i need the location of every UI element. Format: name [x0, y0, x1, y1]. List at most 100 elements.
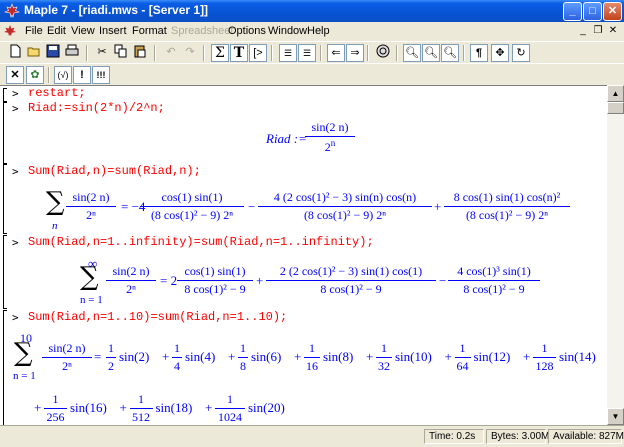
command-define-riad[interactable]: Riad:=sin(2*n)/2^n; — [28, 101, 165, 115]
term-function: sin(18) — [155, 400, 193, 415]
status-available: Available: 827M — [548, 429, 624, 444]
execution-group-bracket[interactable] — [3, 164, 7, 234]
term-function: sin(12) — [473, 349, 511, 364]
term-fraction: 4 cos(1)³ sin(1) 8 cos(1)² − 9 — [448, 264, 540, 297]
outdent-section-icon[interactable]: ☰ — [298, 44, 316, 62]
output-operator: + — [366, 349, 374, 364]
zoom-medium-icon[interactable]: 🔍︎ — [422, 44, 440, 62]
term-fraction: 2 (2 cos(1)² − 3) sin(1) cos(1) 8 cos(1)²… — [266, 264, 436, 297]
menu-help[interactable]: Help — [307, 25, 330, 37]
sigma-symbol: ∑ — [14, 338, 33, 368]
insert-text-icon[interactable]: T — [230, 44, 248, 62]
command-restart[interactable]: restart; — [28, 86, 86, 100]
worksheet[interactable]: > restart; > Riad:=sin(2*n)/2^n; Riad :=… — [0, 85, 607, 425]
new-file-icon[interactable] — [6, 44, 24, 62]
menu-spreadsheet[interactable]: Spreadsheet — [171, 25, 233, 37]
copy-icon[interactable] — [112, 44, 130, 62]
undo-icon[interactable]: ↶ — [162, 44, 180, 62]
paragraph-icon[interactable]: ¶ — [470, 44, 488, 62]
command-prompt: > — [12, 87, 19, 100]
menu-edit[interactable]: Edit — [47, 25, 66, 37]
output-operator: + — [434, 199, 442, 214]
term-fraction: 4 (2 cos(1)² − 3) sin(n) cos(n) (8 cos(1)… — [258, 190, 432, 223]
term-function: sin(14) — [559, 349, 596, 364]
command-finite-sum[interactable]: Sum(Riad,n=1..10)=sum(Riad,n=1..10); — [28, 310, 287, 324]
output-operator: + — [294, 349, 302, 364]
mdi-close-button[interactable]: ✕ — [606, 25, 620, 38]
summand-fraction: sin(2 n) 2ⁿ — [66, 190, 116, 223]
restart-icon[interactable]: ↻ — [512, 44, 530, 62]
sum-lower-limit: n = 1 — [13, 370, 36, 382]
insert-prompt-icon[interactable]: [> — [249, 44, 267, 62]
document-icon[interactable] — [3, 24, 17, 38]
redo-icon[interactable]: ↷ — [181, 44, 199, 62]
term-fraction: cos(1) sin(1) 8 cos(1)² − 9 — [177, 264, 253, 297]
scroll-down-arrow-icon[interactable]: ▼ — [607, 408, 624, 425]
summand-fraction: sin(2 n) 2ⁿ — [42, 341, 92, 374]
execute-worksheet-button[interactable]: !!! — [92, 66, 110, 84]
term-coefficient-fraction: 1 16 — [304, 341, 320, 373]
scroll-thumb[interactable] — [607, 102, 624, 114]
sigma-symbol: ∑ — [46, 187, 65, 217]
insert-math-icon[interactable]: Σ — [211, 44, 229, 62]
execution-group-bracket[interactable] — [3, 88, 7, 102]
open-folder-icon[interactable] — [25, 44, 43, 62]
output-fraction: sin(2 n) 2n — [305, 120, 355, 155]
window-title: Maple 7 - [riadi.mws - [Server 1]] — [24, 3, 209, 17]
output-operator: − — [248, 199, 256, 214]
menu-window[interactable]: Window — [268, 25, 307, 37]
close-x-icon[interactable]: ✕ — [6, 66, 24, 84]
output-operator: − — [439, 273, 447, 288]
command-indefinite-sum[interactable]: Sum(Riad,n)=sum(Riad,n); — [28, 164, 201, 178]
arrow-left-icon[interactable]: ⇐ — [327, 44, 345, 62]
execute-block-button[interactable]: ! — [73, 66, 91, 84]
menu-format[interactable]: Format — [132, 25, 167, 37]
move-arrows-icon[interactable]: ✥ — [491, 44, 509, 62]
close-button[interactable]: ✕ — [603, 2, 622, 21]
print-icon[interactable] — [63, 44, 81, 62]
execution-group-bracket[interactable] — [3, 235, 7, 309]
term-coefficient-fraction: 1 32 — [376, 341, 392, 373]
summand-fraction: sin(2 n) 2ⁿ — [106, 264, 156, 297]
save-disk-icon[interactable] — [44, 44, 62, 62]
title-bar: Maple 7 - [riadi.mws - [Server 1]] _ □ ✕ — [0, 0, 624, 22]
mdi-minimize-button[interactable]: _ — [576, 25, 590, 38]
status-bar: Time: 0.2s Bytes: 3.00M Available: 827M — [0, 425, 624, 447]
cut-icon[interactable]: ✂ — [93, 44, 111, 62]
term-function: sin(2) — [119, 349, 150, 364]
vertical-scrollbar[interactable]: ▲ ▼ — [607, 85, 624, 425]
term-function: sin(8) — [323, 349, 354, 364]
zoom-large-icon[interactable]: 🔍︎ — [441, 44, 459, 62]
term-coefficient-fraction: 1 1024 — [215, 392, 245, 425]
command-prompt: > — [12, 102, 19, 115]
menu-file[interactable]: File — [25, 25, 43, 37]
scroll-up-arrow-icon[interactable]: ▲ — [607, 85, 624, 102]
toolbar-separator — [367, 45, 369, 61]
output-operator: + — [444, 349, 452, 364]
mdi-restore-button[interactable]: ❐ — [591, 25, 605, 38]
command-prompt: > — [12, 311, 19, 324]
term-function: sin(16) — [70, 400, 107, 415]
zoom-small-icon[interactable]: 🔍︎ — [403, 44, 421, 62]
paste-icon[interactable] — [131, 44, 149, 62]
sigma-symbol: ∑ — [80, 262, 99, 292]
stop-icon[interactable] — [374, 44, 392, 62]
maximize-button[interactable]: □ — [583, 2, 602, 21]
menu-insert[interactable]: Insert — [99, 25, 127, 37]
term-function: sin(10) — [395, 349, 432, 364]
indent-section-icon[interactable]: ☰ — [279, 44, 297, 62]
output-operator: + — [34, 400, 42, 415]
arrow-right-icon[interactable]: ⇒ — [346, 44, 364, 62]
execution-group-bracket[interactable] — [3, 102, 7, 164]
execute-selection-button[interactable]: (√) — [54, 66, 72, 84]
menu-view[interactable]: View — [71, 25, 95, 37]
minimize-button[interactable]: _ — [563, 2, 582, 21]
leaf-icon[interactable]: ✿ — [26, 66, 44, 84]
term-coefficient-fraction: 14 — [172, 341, 182, 373]
toolbar-separator — [48, 67, 50, 83]
execution-group-bracket[interactable] — [3, 310, 7, 425]
command-infinite-sum[interactable]: Sum(Riad,n=1..infinity)=sum(Riad,n=1..in… — [28, 235, 374, 249]
toolbar-separator — [154, 45, 156, 61]
output-lhs: Riad := — [266, 131, 307, 146]
menu-options[interactable]: Options — [228, 25, 266, 37]
